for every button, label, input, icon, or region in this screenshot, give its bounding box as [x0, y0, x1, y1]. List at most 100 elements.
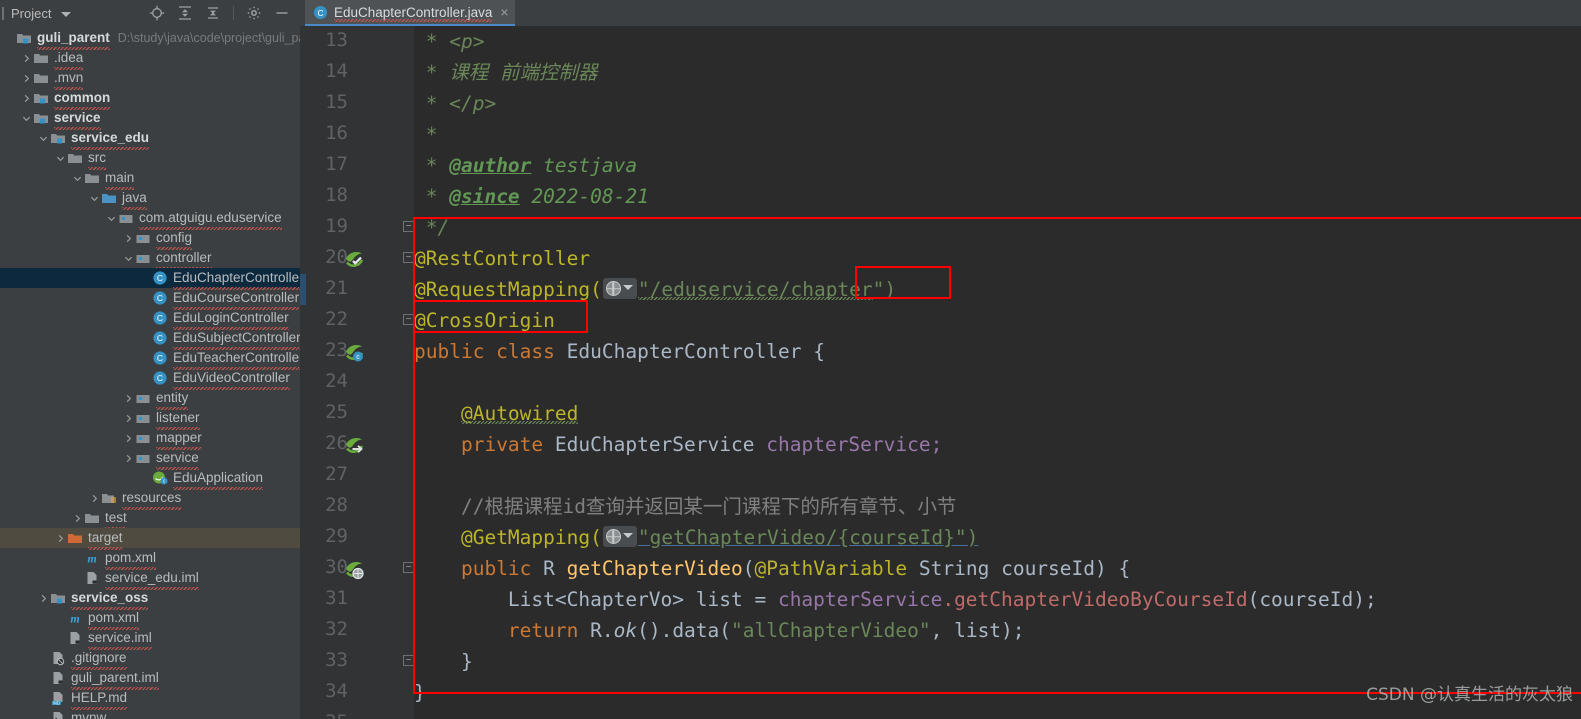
collapse-all-icon[interactable]: [205, 5, 221, 21]
editor-area: C EduChapterController.java × 13 14 15 16 17…: [300, 0, 1581, 719]
chevron-right-icon[interactable]: [121, 428, 135, 448]
web-mapping-gutter-icon[interactable]: [602, 526, 637, 547]
minimize-icon[interactable]: [274, 5, 290, 21]
folder-icon: [85, 514, 99, 523]
chevron-down-icon[interactable]: [61, 11, 72, 17]
chevron-down-icon[interactable]: [19, 108, 33, 128]
chevron-down-icon[interactable]: [70, 168, 84, 188]
tree-item-entity[interactable]: entity: [0, 388, 300, 410]
mapping-path-getchaptervideo: "getChapterVideo/{courseId}"): [637, 526, 979, 549]
panel-grip-icon: [2, 6, 4, 20]
code-content[interactable]: * <p> * 课程 前端控制器 * </p> * * @author test…: [414, 26, 1581, 719]
tree-item-service[interactable]: service: [0, 448, 300, 470]
fold-toggle-line-19[interactable]: −: [403, 221, 414, 232]
chevron-down-icon[interactable]: [36, 128, 50, 148]
tree-item-config[interactable]: config: [0, 228, 300, 250]
tree-item-service_edu.iml[interactable]: service_edu.iml: [0, 568, 300, 590]
spring-bean-check-icon[interactable]: [344, 249, 366, 271]
chevron-down-icon[interactable]: [53, 148, 67, 168]
expand-all-icon[interactable]: [177, 5, 193, 21]
tree-item-mvnw[interactable]: mvnw: [0, 708, 300, 719]
spring-bean-mapping-icon[interactable]: [344, 559, 366, 581]
tree-item-help.md[interactable]: MD HELP.md: [0, 688, 300, 710]
editor-tabbar: C EduChapterController.java ×: [300, 0, 1581, 26]
tree-item-educhaptercontroller[interactable]: C EduChapterController: [0, 268, 300, 290]
fold-toggle-line-20[interactable]: −: [403, 252, 414, 263]
chevron-right-icon[interactable]: [70, 508, 84, 528]
tree-item-service_oss[interactable]: service_oss: [0, 588, 300, 610]
svg-text:C: C: [157, 273, 163, 283]
tree-item-service.iml[interactable]: service.iml: [0, 628, 300, 650]
tree-item-eduteachercontroller[interactable]: C EduTeacherController: [0, 348, 300, 370]
code-line-26: private EduChapterService chapterService…: [414, 429, 942, 460]
web-mapping-gutter-icon[interactable]: [602, 278, 637, 299]
tree-item-test[interactable]: test: [0, 508, 300, 530]
chevron-right-icon[interactable]: [19, 88, 33, 108]
editor-gutter[interactable]: 13 14 15 16 17 18 19 20 21 22 23 c 24 25 26 27 28 29 30 31 3…: [300, 26, 410, 719]
close-icon[interactable]: ×: [500, 4, 508, 20]
locate-icon[interactable]: [149, 5, 165, 21]
chevron-right-icon[interactable]: [121, 408, 135, 428]
tree-item-.gitignore[interactable]: .gitignore: [0, 648, 300, 670]
chevron-down-icon[interactable]: [87, 188, 101, 208]
tree-item-resources[interactable]: resources: [0, 488, 300, 510]
csdn-watermark: CSDN @认真生活的灰太狼: [1366, 685, 1573, 705]
chevron-right-icon[interactable]: [19, 68, 33, 88]
target-folder-icon: [68, 534, 82, 543]
chevron-down-icon[interactable]: [121, 248, 135, 268]
line-number-14: 14: [325, 60, 348, 82]
chevron-right-icon[interactable]: [87, 488, 101, 508]
chevron-right-icon[interactable]: [121, 448, 135, 468]
spring-bean-autowire-icon[interactable]: [344, 435, 366, 457]
chevron-right-icon[interactable]: [121, 388, 135, 408]
project-tree[interactable]: guli_parent D:\study\java\code\project\gu…: [0, 26, 300, 719]
tree-item-target[interactable]: target: [0, 528, 300, 550]
tree-item-java[interactable]: java: [0, 188, 300, 210]
tree-item-guli_parent.iml[interactable]: guli_parent.iml: [0, 668, 300, 690]
tree-item-com.atguigu.eduservice[interactable]: com.atguigu.eduservice: [0, 208, 300, 230]
spring-bean-class-icon[interactable]: c: [344, 342, 366, 364]
tree-item-listener[interactable]: listener: [0, 408, 300, 430]
tree-item-eduvideocontroller[interactable]: C EduVideoController: [0, 368, 300, 390]
tree-item-mapper[interactable]: mapper: [0, 428, 300, 450]
code-viewport[interactable]: 13 14 15 16 17 18 19 20 21 22 23 c 24 25 26 27 28 29 30 31 3…: [300, 26, 1581, 719]
code-folding-strip[interactable]: − − − − −: [400, 26, 414, 719]
chevron-right-icon[interactable]: [53, 528, 67, 548]
tree-item-src[interactable]: src: [0, 148, 300, 170]
code-token: {: [813, 340, 825, 363]
tree-item-controller[interactable]: controller: [0, 248, 300, 270]
editor-tab-educhaptercontroller[interactable]: C EduChapterController.java ×: [305, 0, 515, 26]
code-line-34: }: [414, 677, 426, 708]
project-panel-title-group[interactable]: Project: [2, 6, 72, 21]
tree-item-edusubjectcontroller[interactable]: C EduSubjectController: [0, 328, 300, 350]
tree-item-pom.xml[interactable]: m pom.xml: [0, 608, 300, 630]
tree-item-label: entity: [156, 388, 189, 410]
tree-item-label: config: [156, 228, 193, 250]
tree-item-pom.xml[interactable]: m pom.xml: [0, 548, 300, 570]
tree-item-label: EduCourseController: [173, 288, 300, 310]
tree-item-label: src: [88, 148, 106, 170]
tree-item-service[interactable]: service: [0, 108, 300, 130]
fold-toggle-line-33[interactable]: −: [403, 655, 414, 666]
tree-item-service_edu[interactable]: service_edu: [0, 128, 300, 150]
tree-item-edulogincontroller[interactable]: C EduLoginController: [0, 308, 300, 330]
tree-item-main[interactable]: main: [0, 168, 300, 190]
tree-item-educoursecontroller[interactable]: C EduCourseController: [0, 288, 300, 310]
javadoc-author-tag: @author: [449, 154, 532, 177]
code-line-18: * @since 2022-08-21: [414, 181, 649, 212]
tree-item-eduapplication[interactable]: c EduApplication: [0, 468, 300, 490]
chevron-right-icon[interactable]: [121, 228, 135, 248]
tree-item-label: service: [54, 108, 101, 130]
tree-item-guli_parent[interactable]: guli_parent D:\study\java\code\project\gu…: [0, 28, 300, 50]
fold-toggle-line-30[interactable]: −: [403, 562, 414, 573]
tree-item-.idea[interactable]: .idea: [0, 48, 300, 70]
chevron-down-icon[interactable]: [104, 208, 118, 228]
tree-item-common[interactable]: common: [0, 88, 300, 110]
code-token: R.: [590, 619, 614, 642]
chevron-right-icon[interactable]: [36, 588, 50, 608]
chevron-right-icon[interactable]: [19, 48, 33, 68]
gear-icon[interactable]: [246, 5, 262, 21]
tree-item-.mvn[interactable]: .mvn: [0, 68, 300, 90]
fold-toggle-line-22[interactable]: −: [403, 314, 414, 325]
